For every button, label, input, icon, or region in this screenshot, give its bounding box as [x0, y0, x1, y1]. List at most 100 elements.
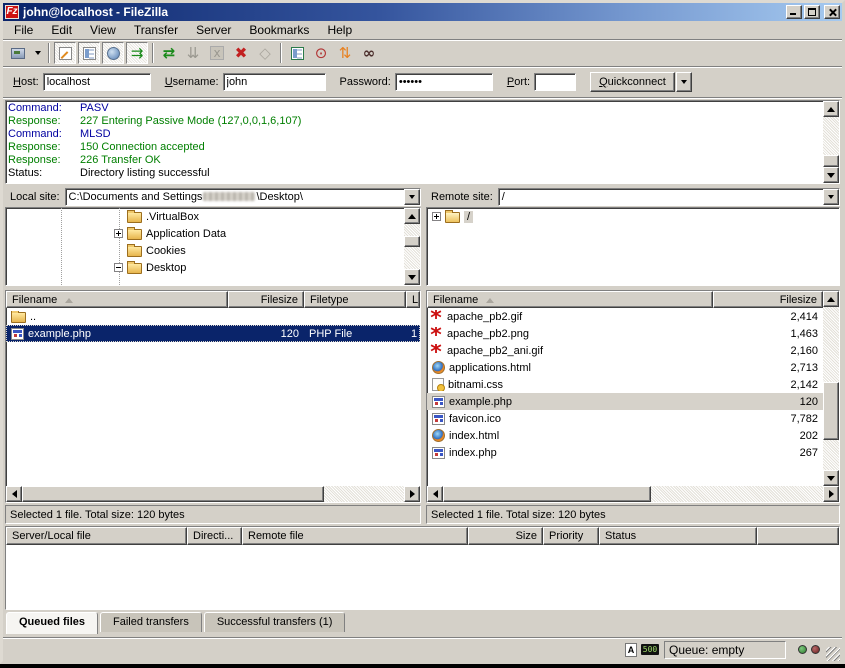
toggle-log-button[interactable]	[54, 42, 76, 64]
column-size[interactable]: Size	[468, 527, 543, 545]
tab-failed-transfers[interactable]: Failed transfers	[100, 612, 202, 632]
remote-row[interactable]: *apache_pb2.gif 2,414	[427, 308, 823, 325]
filter-icon	[291, 47, 304, 60]
scrollbar-thumb[interactable]	[823, 382, 839, 440]
tree-item-cookies[interactable]: Cookies	[6, 242, 404, 259]
filter-button[interactable]	[286, 42, 308, 64]
expand-icon[interactable]	[114, 229, 123, 238]
datatype-ascii-icon[interactable]: A	[625, 643, 637, 657]
scroll-up-button[interactable]	[823, 101, 839, 117]
tree-item-root[interactable]: /	[427, 208, 839, 225]
column-direction[interactable]: Directi...	[187, 527, 242, 545]
log-scrollbar[interactable]	[823, 101, 839, 183]
host-input[interactable]	[43, 73, 151, 91]
menu-file[interactable]: File	[5, 21, 42, 39]
remote-row[interactable]: *apache_pb2.png 1,463	[427, 325, 823, 342]
menu-transfer[interactable]: Transfer	[125, 21, 187, 39]
menu-view[interactable]: View	[81, 21, 125, 39]
sync-browse-button[interactable]: ⇅	[334, 42, 356, 64]
username-input[interactable]	[223, 73, 326, 91]
collapse-icon[interactable]	[114, 263, 123, 272]
remote-hscrollbar[interactable]	[427, 486, 839, 502]
reconnect-button[interactable]: ◇	[254, 42, 276, 64]
port-input[interactable]	[534, 73, 576, 91]
minimize-button[interactable]	[786, 5, 802, 19]
scroll-down-button[interactable]	[823, 470, 839, 486]
column-filesize[interactable]: Filesize	[228, 291, 304, 308]
column-status[interactable]: Status	[599, 527, 757, 545]
local-site-dropdown[interactable]	[404, 189, 420, 205]
remote-row[interactable]: *apache_pb2_ani.gif 2,160	[427, 342, 823, 359]
remote-site-dropdown[interactable]	[823, 189, 839, 205]
remote-row-selected[interactable]: example.php 120	[427, 393, 823, 410]
local-site-combo[interactable]: C:\Documents and Settings\Desktop\	[65, 188, 421, 206]
column-filename[interactable]: Filename	[6, 291, 228, 308]
password-input[interactable]	[395, 73, 493, 91]
scroll-right-button[interactable]	[404, 486, 420, 502]
column-filename[interactable]: Filename	[427, 291, 713, 308]
toggle-remote-tree-button[interactable]	[102, 42, 124, 64]
speed-limit-icon[interactable]: 500	[641, 644, 659, 655]
css-file-icon	[432, 378, 444, 391]
scroll-left-button[interactable]	[6, 486, 22, 502]
cancel-operation-button[interactable]: x	[206, 42, 228, 64]
site-manager-button[interactable]	[7, 42, 29, 64]
site-manager-dropdown[interactable]	[31, 42, 44, 64]
resize-grip[interactable]	[826, 647, 840, 661]
local-row-example-php[interactable]: example.php 120 PHP File 1	[6, 325, 420, 342]
quickconnect-dropdown[interactable]	[676, 72, 692, 92]
expand-icon[interactable]	[432, 212, 441, 221]
tab-queued-files[interactable]: Queued files	[6, 612, 98, 634]
menu-server[interactable]: Server	[187, 21, 240, 39]
column-last-modified[interactable]: L	[406, 291, 420, 308]
scroll-down-button[interactable]	[823, 167, 839, 183]
toggle-local-tree-button[interactable]	[78, 42, 100, 64]
menu-edit[interactable]: Edit	[42, 21, 81, 39]
remote-list-scrollbar[interactable]	[823, 291, 839, 486]
remote-row[interactable]: bitnami.css 2,142	[427, 376, 823, 393]
find-files-button[interactable]: ∞	[358, 42, 380, 64]
folder-icon	[127, 229, 142, 240]
close-button[interactable]	[824, 5, 840, 19]
queue-body[interactable]	[6, 545, 839, 609]
remote-row[interactable]: index.html 202	[427, 427, 823, 444]
remote-row[interactable]: index.php 267	[427, 444, 823, 461]
scroll-left-button[interactable]	[427, 486, 443, 502]
scroll-up-button[interactable]	[404, 208, 420, 224]
queue-view-icon: ⇉	[131, 46, 144, 61]
tab-successful-transfers[interactable]: Successful transfers (1)	[204, 612, 346, 632]
minimize-icon	[790, 13, 796, 15]
column-server-local-file[interactable]: Server/Local file	[6, 527, 187, 545]
compare-search-icon: ⊙	[315, 46, 328, 61]
quickconnect-button[interactable]: Quickconnect	[590, 72, 675, 92]
scroll-down-button[interactable]	[404, 269, 420, 285]
column-filetype[interactable]: Filetype	[304, 291, 406, 308]
remote-row[interactable]: applications.html 2,713	[427, 359, 823, 376]
tree-item-desktop[interactable]: Desktop	[6, 259, 404, 276]
menu-help[interactable]: Help	[318, 21, 361, 39]
maximize-button[interactable]	[804, 5, 820, 19]
menu-bookmarks[interactable]: Bookmarks	[240, 21, 318, 39]
process-queue-button[interactable]: ⇊	[182, 42, 204, 64]
local-hscrollbar[interactable]	[6, 486, 420, 502]
tree-item-application-data[interactable]: Application Data	[6, 225, 404, 242]
column-filesize[interactable]: Filesize	[713, 291, 823, 308]
column-priority[interactable]: Priority	[543, 527, 599, 545]
title-bar[interactable]: Fz john@localhost - FileZilla	[3, 3, 842, 21]
tree-item-virtualbox[interactable]: .VirtualBox	[6, 208, 404, 225]
refresh-button[interactable]: ⇄	[158, 42, 180, 64]
remote-row[interactable]: favicon.ico 7,782	[427, 410, 823, 427]
column-remote-file[interactable]: Remote file	[242, 527, 468, 545]
scrollbar-thumb[interactable]	[443, 486, 651, 502]
toggle-queue-button[interactable]: ⇉	[126, 42, 148, 64]
compare-button[interactable]: ⊙	[310, 42, 332, 64]
scrollbar-thumb[interactable]	[823, 155, 839, 167]
scroll-up-button[interactable]	[823, 291, 839, 307]
remote-site-combo[interactable]: /	[498, 188, 840, 206]
disconnect-button[interactable]: ✖	[230, 42, 252, 64]
scrollbar-thumb[interactable]	[22, 486, 324, 502]
scroll-right-button[interactable]	[823, 486, 839, 502]
local-row-parent[interactable]: ..	[6, 308, 420, 325]
local-tree-scrollbar[interactable]	[404, 208, 420, 285]
scrollbar-thumb[interactable]	[404, 236, 420, 247]
